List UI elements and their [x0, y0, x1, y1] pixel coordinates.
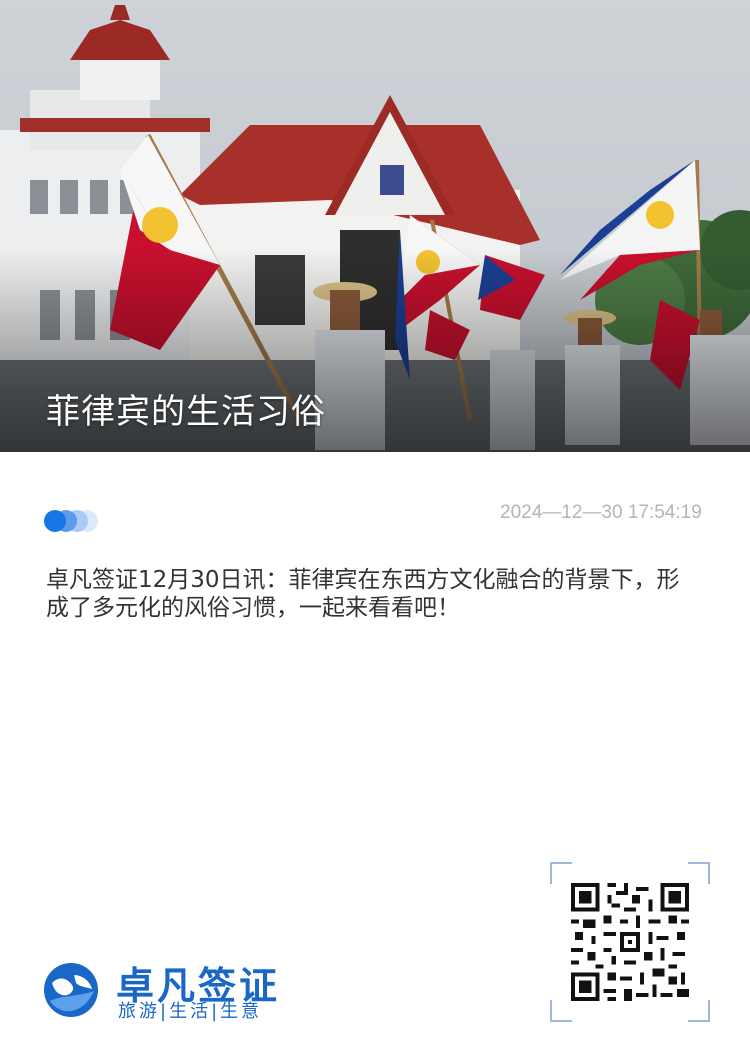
brand-logo: 卓凡签证 旅游|生活|生意 [42, 957, 302, 1022]
brand-tagline: 旅游|生活|生意 [118, 1001, 263, 1022]
article-title: 菲律宾的生活习俗 [46, 392, 326, 432]
frame-corner [550, 1000, 572, 1022]
article-lead: 卓凡签证12月30日讯：菲律宾在东西方文化融合的背景下，形成了多元化的风俗习惯，… [46, 567, 680, 621]
qr-code-frame [550, 862, 710, 1022]
frame-corner [550, 862, 572, 884]
globe-logo-icon [44, 963, 98, 1017]
frame-corner [688, 862, 710, 884]
loading-dots-icon [44, 510, 104, 532]
dot-1 [44, 510, 66, 532]
qr-code-icon[interactable] [571, 883, 689, 1001]
publish-datetime: 2024—12—30 17:54:19 [500, 502, 702, 523]
frame-corner [688, 1000, 710, 1022]
hero-image: 菲律宾的生活习俗 [0, 0, 750, 452]
